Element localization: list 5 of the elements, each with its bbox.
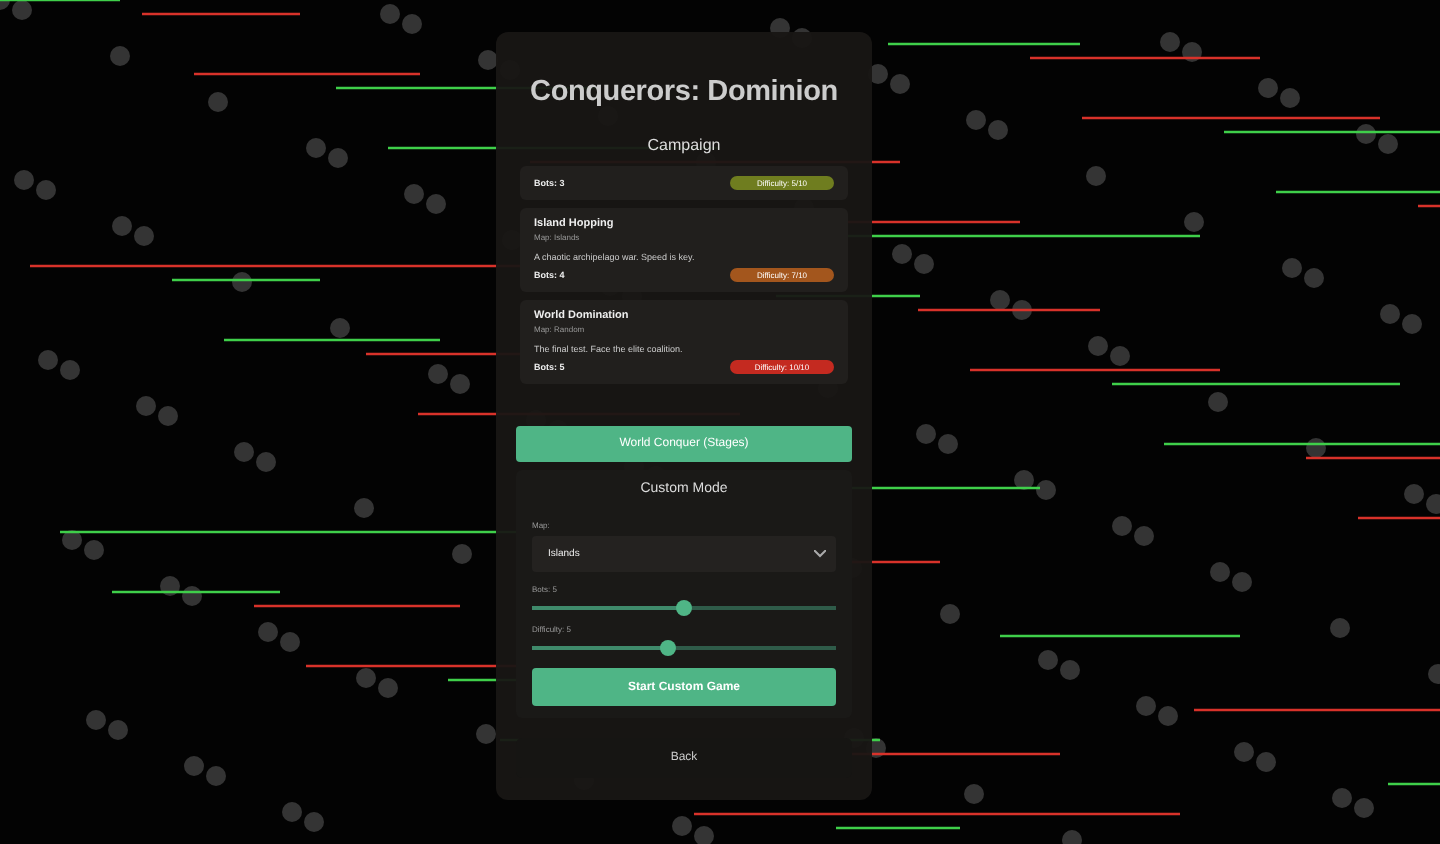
chevron-down-icon — [814, 550, 826, 558]
slider-thumb[interactable] — [660, 640, 677, 656]
game-title: Conquerors: Dominion — [528, 76, 840, 108]
section-heading: Campaign — [645, 136, 723, 154]
slider-thumb[interactable] — [676, 600, 692, 616]
